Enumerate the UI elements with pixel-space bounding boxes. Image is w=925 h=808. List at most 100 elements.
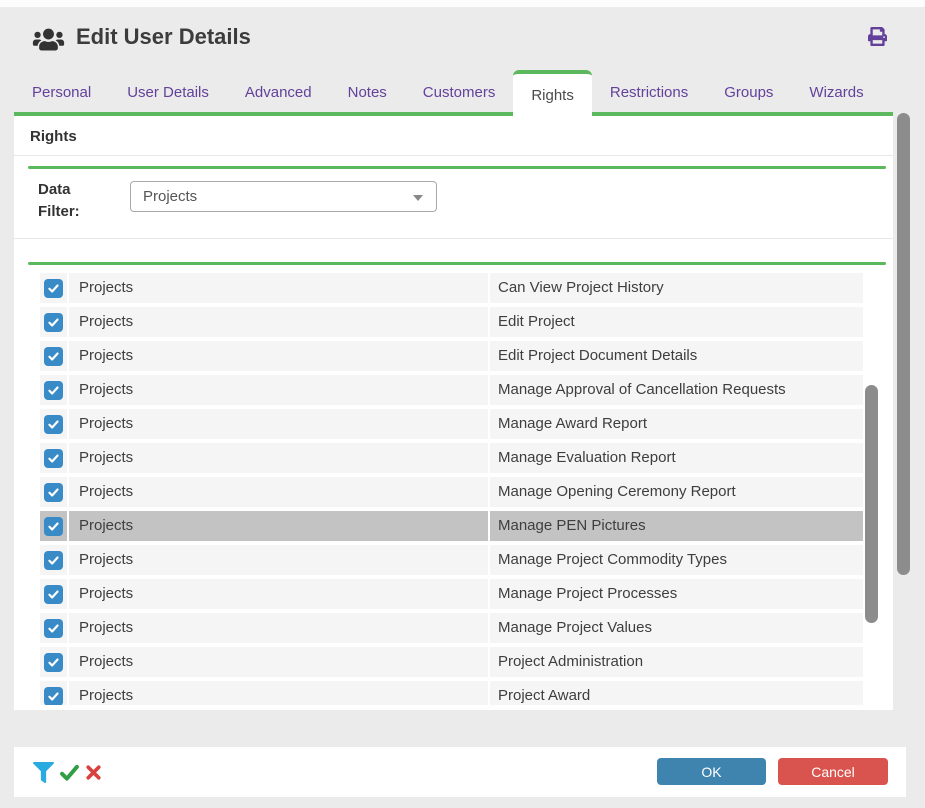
- checkbox-cell: [40, 613, 67, 643]
- right-name: Can View Project History: [490, 273, 863, 303]
- rights-rows: Projects Can View Project History Projec…: [40, 273, 863, 705]
- right-name: Project Administration: [490, 647, 863, 677]
- tab-label: Notes: [348, 84, 387, 101]
- data-filter-label: Data Filter:: [38, 179, 100, 223]
- data-filter-value: Projects: [131, 182, 436, 211]
- list-scrollbar-thumb[interactable]: [865, 385, 878, 623]
- right-category: Projects: [69, 273, 488, 303]
- right-name: Manage Evaluation Report: [490, 443, 863, 473]
- right-name: Manage PEN Pictures: [490, 511, 863, 541]
- right-category: Projects: [69, 477, 488, 507]
- checkbox-checked[interactable]: [44, 313, 63, 332]
- checkbox-checked[interactable]: [44, 381, 63, 400]
- right-name: Manage Opening Ceremony Report: [490, 477, 863, 507]
- rights-row[interactable]: Projects Manage PEN Pictures: [40, 511, 863, 541]
- clear-x-icon[interactable]: [85, 764, 102, 781]
- footer-icons: [33, 747, 102, 797]
- rights-row[interactable]: Projects Edit Project: [40, 307, 863, 337]
- checkbox-checked[interactable]: [44, 551, 63, 570]
- right-category: Projects: [69, 307, 488, 337]
- checkbox-cell: [40, 647, 67, 677]
- ok-button[interactable]: OK: [657, 758, 766, 785]
- tab-notes[interactable]: Notes: [330, 70, 405, 116]
- rights-row[interactable]: Projects Project Administration: [40, 647, 863, 677]
- checkbox-checked[interactable]: [44, 585, 63, 604]
- checkbox-checked[interactable]: [44, 517, 63, 536]
- checkbox-cell: [40, 477, 67, 507]
- tab-label: User Details: [127, 84, 209, 101]
- filter-funnel-icon[interactable]: [33, 762, 54, 783]
- page-title: Edit User Details: [76, 24, 251, 50]
- tab-label: Wizards: [809, 84, 863, 101]
- divider: [14, 238, 893, 239]
- chevron-down-icon: [413, 195, 423, 201]
- tab-label: Customers: [423, 84, 496, 101]
- checkbox-checked[interactable]: [44, 347, 63, 366]
- rights-row[interactable]: Projects Can View Project History: [40, 273, 863, 303]
- tab-user-details[interactable]: User Details: [109, 70, 227, 116]
- right-name: Manage Project Commodity Types: [490, 545, 863, 575]
- tab-restrictions[interactable]: Restrictions: [592, 70, 706, 116]
- top-strip: [0, 0, 925, 7]
- rights-row[interactable]: Projects Manage Evaluation Report: [40, 443, 863, 473]
- data-filter-dropdown[interactable]: Projects: [130, 181, 437, 212]
- rights-row[interactable]: Projects Manage Approval of Cancellation…: [40, 375, 863, 405]
- right-category: Projects: [69, 375, 488, 405]
- right-category: Projects: [69, 341, 488, 371]
- tab-label: Restrictions: [610, 84, 688, 101]
- rights-row[interactable]: Projects Manage Award Report: [40, 409, 863, 439]
- checkbox-checked[interactable]: [44, 279, 63, 298]
- checkbox-checked[interactable]: [44, 449, 63, 468]
- checkbox-cell: [40, 273, 67, 303]
- rights-row[interactable]: Projects Manage Project Commodity Types: [40, 545, 863, 575]
- rights-row[interactable]: Projects Manage Opening Ceremony Report: [40, 477, 863, 507]
- checkbox-checked[interactable]: [44, 619, 63, 638]
- rights-row[interactable]: Projects Edit Project Document Details: [40, 341, 863, 371]
- edit-user-details-dialog: Edit User Details Personal User Details Ad…: [0, 0, 925, 808]
- rights-row[interactable]: Projects Manage Project Processes: [40, 579, 863, 609]
- right-category: Projects: [69, 681, 488, 705]
- right-name: Manage Project Processes: [490, 579, 863, 609]
- right-category: Projects: [69, 545, 488, 575]
- tab-customers[interactable]: Customers: [405, 70, 514, 116]
- cancel-button[interactable]: Cancel: [778, 758, 888, 785]
- checkbox-checked[interactable]: [44, 687, 63, 706]
- tab-personal[interactable]: Personal: [14, 70, 109, 116]
- right-name: Edit Project: [490, 307, 863, 337]
- section-heading: Rights: [30, 128, 77, 145]
- checkbox-checked[interactable]: [44, 483, 63, 502]
- rights-row[interactable]: Projects Manage Project Values: [40, 613, 863, 643]
- rights-tab-panel: Rights Data Filter: Projects Projects Ca…: [14, 116, 893, 710]
- right-category: Projects: [69, 579, 488, 609]
- right-name: Manage Approval of Cancellation Requests: [490, 375, 863, 405]
- users-icon: [31, 27, 66, 57]
- right-category: Projects: [69, 647, 488, 677]
- tab-label: Rights: [531, 87, 574, 104]
- checkbox-cell: [40, 341, 67, 371]
- print-icon[interactable]: [868, 27, 887, 51]
- right-category: Projects: [69, 613, 488, 643]
- page-scrollbar-thumb[interactable]: [897, 113, 910, 575]
- tab-groups[interactable]: Groups: [706, 70, 791, 116]
- tab-label: Advanced: [245, 84, 312, 101]
- right-category: Projects: [69, 511, 488, 541]
- right-name: Project Award: [490, 681, 863, 705]
- checkbox-cell: [40, 375, 67, 405]
- checkbox-cell: [40, 545, 67, 575]
- rights-row[interactable]: Projects Project Award: [40, 681, 863, 705]
- checkbox-checked[interactable]: [44, 653, 63, 672]
- confirm-check-icon[interactable]: [59, 762, 80, 783]
- checkbox-cell: [40, 681, 67, 705]
- checkbox-checked[interactable]: [44, 415, 63, 434]
- right-name: Manage Award Report: [490, 409, 863, 439]
- right-category: Projects: [69, 443, 488, 473]
- tab-rights[interactable]: Rights: [513, 70, 592, 120]
- tab-advanced[interactable]: Advanced: [227, 70, 330, 116]
- divider: [14, 155, 893, 156]
- checkbox-cell: [40, 443, 67, 473]
- tab-label: Personal: [32, 84, 91, 101]
- right-name: Manage Project Values: [490, 613, 863, 643]
- checkbox-cell: [40, 579, 67, 609]
- checkbox-cell: [40, 307, 67, 337]
- tab-wizards[interactable]: Wizards: [791, 70, 881, 116]
